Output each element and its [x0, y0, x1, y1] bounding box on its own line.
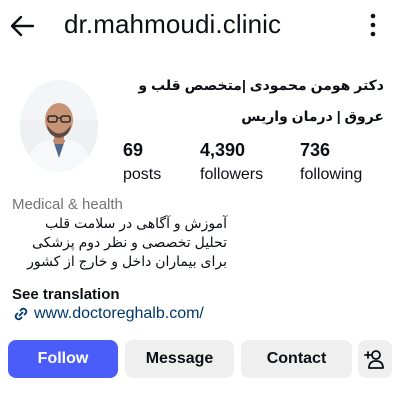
stat-followers-value: 4,390: [200, 140, 246, 160]
bio-line: تحلیل تخصصی و نظر دوم پزشکی: [31, 234, 227, 250]
bio-line: آموزش و آگاهی در سلامت قلب: [45, 215, 227, 231]
profile-avatar[interactable]: [20, 80, 98, 172]
stat-posts-value: 69: [123, 140, 144, 160]
stat-posts[interactable]: 69 posts: [123, 140, 161, 186]
more-vertical-icon[interactable]: [368, 12, 378, 38]
add-person-icon: [364, 350, 384, 369]
profile-category: Medical & health: [12, 196, 123, 213]
see-translation-link[interactable]: See translation: [12, 286, 120, 303]
stat-posts-label: posts: [123, 166, 162, 183]
profile-full-name: دکتر هومن محمودی |متخصص قلب و عروق | درم…: [138, 77, 384, 124]
add-person-button[interactable]: [358, 340, 392, 378]
follow-button[interactable]: Follow: [8, 340, 118, 378]
website-link[interactable]: www.doctoreghalb.com/: [12, 305, 204, 323]
stat-following-value: 736: [300, 140, 331, 160]
avatar-photo: [20, 80, 98, 172]
website-url: www.doctoreghalb.com/: [34, 305, 204, 322]
stat-followers[interactable]: 4,390 followers: [200, 140, 263, 186]
stat-followers-label: followers: [200, 166, 264, 183]
bio-line: برای بیماران داخل و خارج از کشور: [27, 253, 227, 269]
arrow-left-icon[interactable]: [8, 12, 36, 40]
link-icon: [14, 307, 28, 321]
stat-following-label: following: [300, 166, 363, 183]
profile-username: dr.mahmoudi.clinic: [64, 9, 282, 39]
stat-following[interactable]: 736 following: [300, 140, 362, 186]
profile-bio: آموزش و آگاهی در سلامت قلب تحلیل تخصصی و…: [12, 214, 227, 271]
contact-button[interactable]: Contact: [241, 340, 352, 378]
message-button[interactable]: Message: [125, 340, 234, 378]
top-bar: dr.mahmoudi.clinic: [0, 0, 400, 52]
